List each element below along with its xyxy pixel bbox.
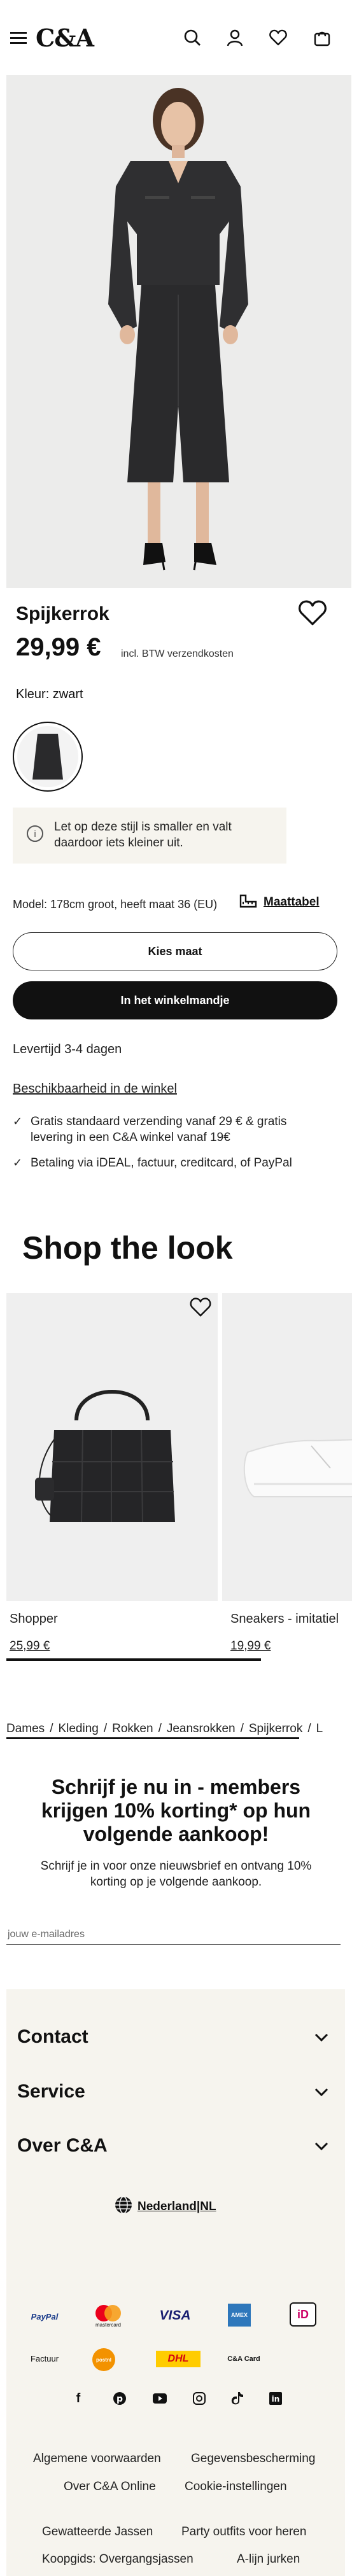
accordion-about[interactable]: Over C&A bbox=[17, 2135, 329, 2157]
tiktok-icon[interactable] bbox=[229, 2390, 246, 2407]
look-item-name[interactable]: Shopper bbox=[10, 1612, 58, 1627]
logo[interactable]: C&A bbox=[36, 24, 94, 52]
header: C&A bbox=[0, 0, 352, 75]
notice-text: Let op deze stijl is smaller en valt daa… bbox=[54, 820, 232, 850]
look-item-price: 19,99 € bbox=[230, 1639, 271, 1653]
chevron-down-icon bbox=[314, 2081, 329, 2103]
mastercard-logo: mastercard bbox=[92, 2302, 124, 2330]
breadcrumb-item[interactable]: Rokken bbox=[112, 1722, 153, 1736]
locale-selector[interactable]: Nederland|NL bbox=[115, 2196, 216, 2218]
check-icon: ✓ bbox=[13, 1115, 23, 1128]
email-input[interactable] bbox=[6, 1924, 341, 1945]
footer-link[interactable]: Gegevensbescherming bbox=[191, 2452, 315, 2466]
info-icon: i bbox=[27, 825, 43, 842]
breadcrumb: Dames / Kleding / Rokken / Jeansrokken / Spi… bbox=[6, 1722, 323, 1736]
fit-notice: i Let op deze stijl is smaller en valt d… bbox=[13, 808, 286, 864]
product-price: 29,99 € bbox=[16, 633, 101, 661]
color-label: Kleur: zwart bbox=[16, 687, 83, 701]
chevron-down-icon bbox=[314, 2135, 329, 2157]
heart-icon[interactable] bbox=[266, 25, 290, 50]
card-heart-icon[interactable] bbox=[190, 1297, 211, 1320]
paypal-logo: PayPal bbox=[31, 2311, 59, 2321]
instagram-icon[interactable] bbox=[191, 2390, 208, 2407]
usp-item: ✓ Gratis standaard verzending vanaf 29 €… bbox=[13, 1115, 287, 1144]
footer-link[interactable]: A-lijn jurken bbox=[237, 2552, 300, 2566]
shop-the-look-title: Shop the look bbox=[22, 1230, 233, 1266]
factuur-logo: Factuur bbox=[30, 2353, 59, 2363]
menu-icon[interactable] bbox=[6, 25, 31, 50]
amex-logo: AMEX bbox=[228, 2304, 251, 2327]
facebook-icon[interactable]: f bbox=[70, 2390, 87, 2407]
look-item-name[interactable]: Sneakers - imitatiel bbox=[230, 1612, 339, 1627]
breadcrumb-item[interactable]: L bbox=[316, 1722, 323, 1736]
product-title: Spijkerrok bbox=[16, 603, 109, 624]
size-table-link[interactable]: Maattabel bbox=[239, 893, 320, 911]
carousel-scrollbar[interactable] bbox=[6, 1658, 261, 1661]
footer-link[interactable]: Over C&A Online bbox=[64, 2480, 156, 2494]
footer-link[interactable]: Algemene voorwaarden bbox=[33, 2452, 161, 2466]
newsletter-title: Schrijf je nu in - members krijgen 10% k… bbox=[41, 1775, 311, 1845]
locale-label: Nederland|NL bbox=[137, 2200, 216, 2213]
look-card-shopper[interactable] bbox=[6, 1293, 218, 1601]
ideal-logo: iD bbox=[290, 2302, 316, 2327]
dhl-logo: DHL bbox=[156, 2351, 201, 2367]
breadcrumb-item[interactable]: Dames bbox=[6, 1722, 45, 1736]
look-card-sneakers[interactable] bbox=[222, 1293, 352, 1601]
account-icon[interactable] bbox=[223, 25, 247, 50]
footer-link[interactable]: Party outfits voor heren bbox=[181, 2525, 306, 2539]
accordion-service[interactable]: Service bbox=[17, 2081, 329, 2103]
svg-text:p: p bbox=[116, 2394, 123, 2404]
footer-link[interactable]: Cookie-instellingen bbox=[185, 2480, 287, 2494]
choose-size-button[interactable]: Kies maat bbox=[13, 932, 337, 970]
ca-card-logo: C&A Card bbox=[227, 2355, 260, 2363]
chevron-down-icon bbox=[314, 2026, 329, 2048]
newsletter-text: Schrijf je in voor onze nieuwsbrief en o… bbox=[40, 1859, 312, 1889]
model-info: Model: 178cm groot, heeft maat 36 (EU) bbox=[13, 898, 218, 911]
youtube-icon[interactable] bbox=[151, 2390, 168, 2407]
size-table-label: Maattabel bbox=[264, 895, 320, 909]
store-availability-link[interactable]: Beschikbaarheid in de winkel bbox=[13, 1082, 177, 1096]
globe-icon bbox=[115, 2196, 132, 2218]
check-icon: ✓ bbox=[13, 1156, 23, 1169]
add-to-cart-button[interactable]: In het winkelmandje bbox=[13, 981, 337, 1019]
bag-icon[interactable] bbox=[310, 25, 334, 50]
accordion-contact[interactable]: Contact bbox=[17, 2026, 329, 2048]
svg-text:in: in bbox=[272, 2395, 280, 2404]
breadcrumb-item[interactable]: Spijkerrok bbox=[249, 1722, 302, 1736]
footer-link[interactable]: Gewatteerde Jassen bbox=[42, 2525, 153, 2539]
breadcrumb-scrollbar bbox=[6, 1737, 299, 1739]
postnl-logo: postnl bbox=[92, 2348, 115, 2371]
breadcrumb-item[interactable]: Jeansrokken bbox=[167, 1722, 236, 1736]
breadcrumb-item[interactable]: Kleding bbox=[58, 1722, 98, 1736]
search-icon[interactable] bbox=[180, 25, 204, 50]
look-item-price: 25,99 € bbox=[10, 1639, 50, 1653]
footer-link[interactable]: Koopgids: Overgangsjassen bbox=[42, 2552, 194, 2566]
wishlist-heart-icon[interactable] bbox=[298, 599, 327, 629]
linkedin-icon[interactable]: in bbox=[267, 2390, 284, 2407]
footer bbox=[6, 1989, 345, 2576]
visa-logo: VISA bbox=[159, 2308, 191, 2323]
tax-note: incl. BTW verzendkosten bbox=[121, 648, 234, 659]
ruler-icon bbox=[239, 893, 257, 911]
product-image[interactable] bbox=[6, 75, 351, 588]
usp-item: ✓ Betaling via iDEAL, factuur, creditcar… bbox=[13, 1156, 292, 1170]
delivery-time: Levertijd 3-4 dagen bbox=[13, 1042, 122, 1056]
color-swatch-black[interactable] bbox=[13, 722, 83, 792]
pinterest-icon[interactable]: p bbox=[111, 2390, 128, 2407]
